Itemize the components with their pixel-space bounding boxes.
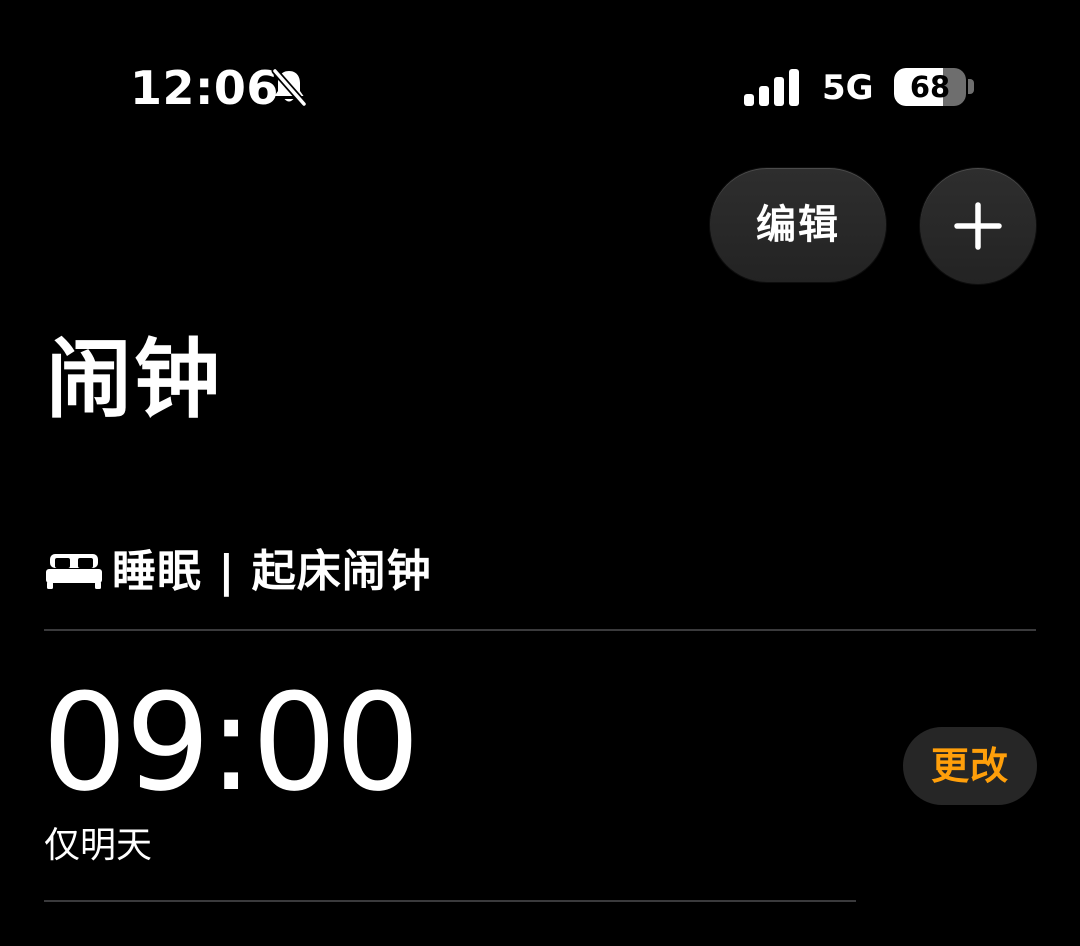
add-alarm-button[interactable] <box>920 168 1036 284</box>
alarm-screen: 12:06 5G 68 编辑 闹钟 睡眠 | 起床闹钟 09:00 仅明天 更改 <box>0 0 1080 946</box>
bed-icon <box>46 554 102 589</box>
battery-tip <box>968 79 974 94</box>
battery-level: 68 <box>909 70 951 104</box>
battery-indicator: 68 <box>894 68 966 106</box>
edit-button[interactable]: 编辑 <box>710 168 886 282</box>
sleep-section-header: 睡眠 | 起床闹钟 <box>112 546 432 597</box>
network-type: 5G <box>822 68 874 108</box>
page-title: 闹钟 <box>46 330 222 430</box>
section-divider <box>44 629 1036 631</box>
row-divider <box>44 900 856 902</box>
alarm-repeat-label: 仅明天 <box>44 825 153 866</box>
change-alarm-button[interactable]: 更改 <box>903 727 1037 805</box>
plus-icon <box>954 202 1002 250</box>
bell-slash-icon <box>271 67 308 108</box>
alarm-time[interactable]: 09:00 <box>42 668 420 818</box>
cellular-signal-icon <box>744 69 799 106</box>
status-time: 12:06 <box>130 61 279 115</box>
